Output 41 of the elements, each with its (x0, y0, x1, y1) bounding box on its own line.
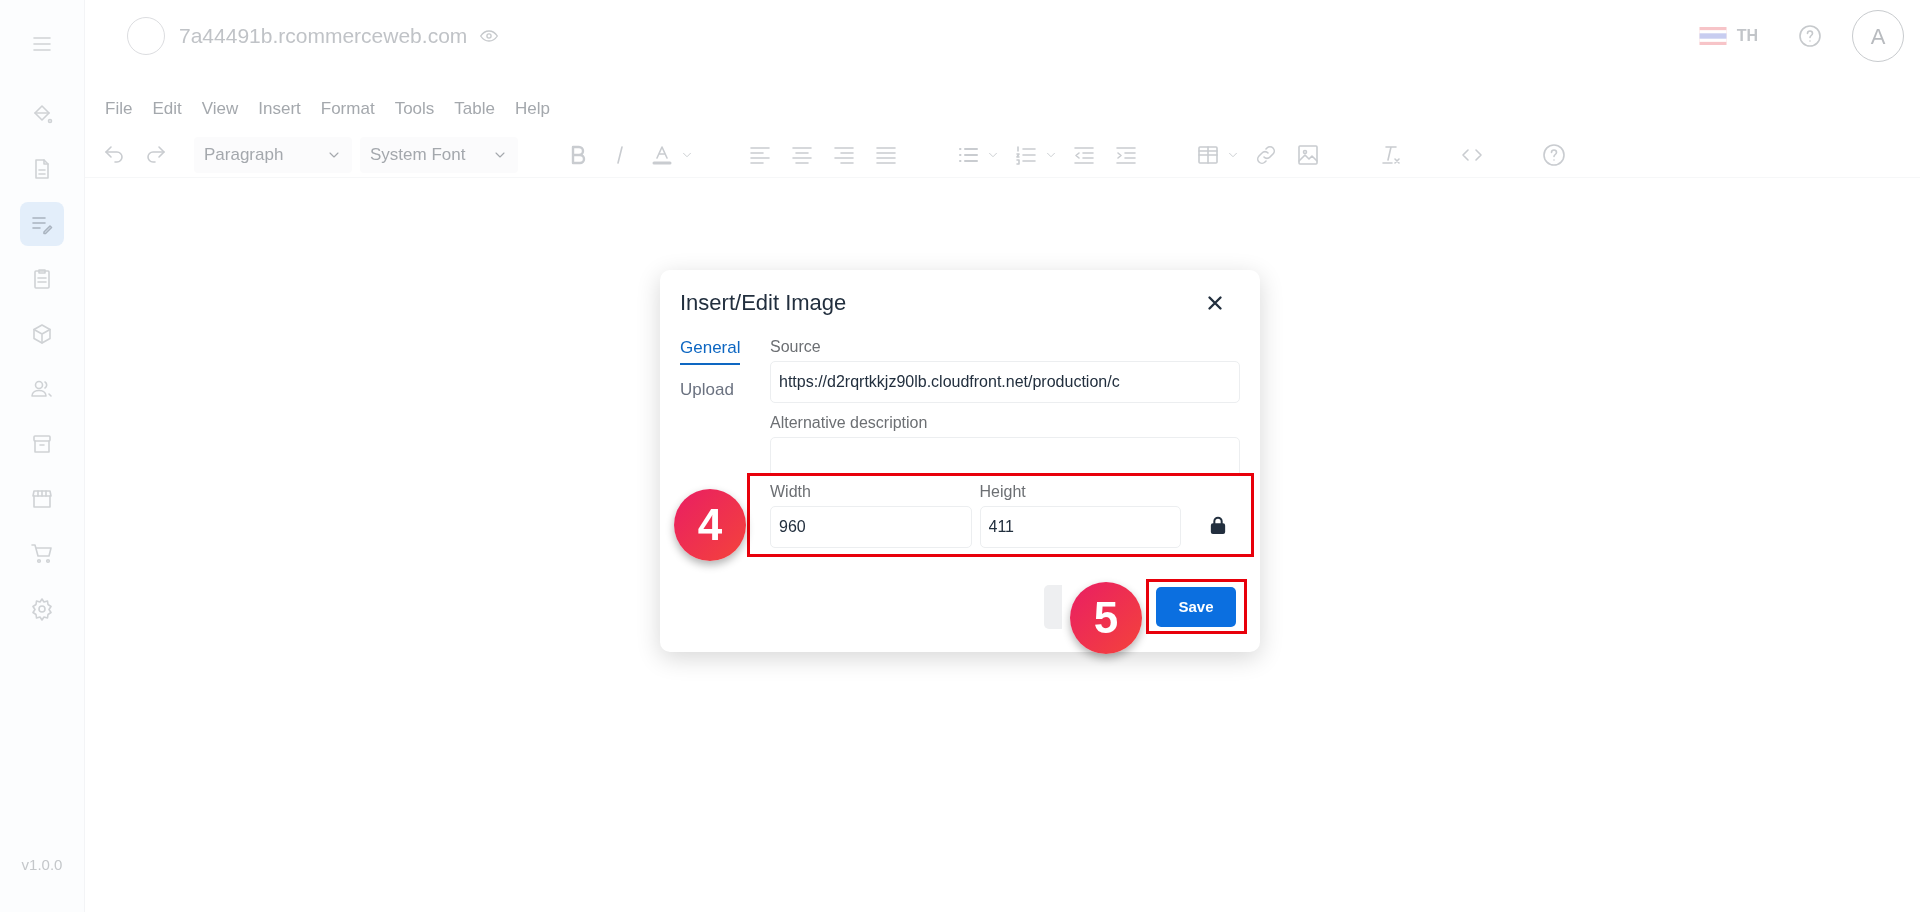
menu-item[interactable]: Help (514, 96, 550, 122)
sidebar-item[interactable] (20, 202, 64, 246)
avatar[interactable]: A (1852, 10, 1904, 62)
language-label[interactable]: TH (1736, 24, 1758, 48)
menu-item[interactable]: Format (320, 96, 375, 122)
help-icon[interactable] (1798, 24, 1822, 48)
height-field[interactable]: 411 (979, 506, 1181, 548)
field-label: Alternative description (770, 413, 929, 433)
gear-icon (30, 597, 54, 621)
link-icon[interactable] (1254, 143, 1278, 167)
numbered-list-icon[interactable] (1014, 143, 1038, 167)
menu-item[interactable]: File (105, 96, 133, 122)
source-field[interactable]: https://d2rqrtkkjz90lb.cloudfront.net/production/c (770, 361, 1240, 403)
menu-item[interactable]: Edit (152, 96, 182, 122)
site-address[interactable]: 7a44491b.rcommerceweb.com (179, 20, 468, 52)
field-label: Width (770, 482, 812, 502)
version-label: v1.0.0 (21, 854, 63, 875)
width-field[interactable]: 960 (770, 506, 972, 548)
menu-item[interactable]: Tools (394, 96, 435, 122)
step-badge: 5 (1070, 582, 1142, 654)
help-icon[interactable] (1542, 143, 1566, 167)
menu-item[interactable]: Insert (258, 96, 301, 122)
menu-item[interactable]: View (201, 96, 239, 122)
step-badge: 4 (674, 489, 746, 561)
image-icon[interactable] (1296, 143, 1320, 167)
cart-icon (30, 542, 54, 566)
text-color-icon[interactable] (650, 143, 674, 167)
field-label: Height (979, 482, 1027, 502)
flag-icon[interactable] (1698, 27, 1727, 45)
store-icon (30, 487, 54, 511)
cube-icon (30, 322, 54, 346)
field-label: Source (770, 337, 822, 357)
dialog-title: Insert/Edit Image (680, 289, 847, 317)
dialog-tab[interactable]: Upload (680, 376, 734, 404)
font-select[interactable]: System Font (360, 137, 518, 173)
save-button[interactable]: Save (1156, 587, 1236, 627)
block-format-select[interactable]: Paragraph (194, 137, 352, 173)
table-icon[interactable] (1196, 143, 1220, 167)
menu-item[interactable]: Table (454, 96, 495, 122)
dialog-tab[interactable]: General (680, 335, 741, 365)
archive-box-icon (30, 432, 54, 456)
